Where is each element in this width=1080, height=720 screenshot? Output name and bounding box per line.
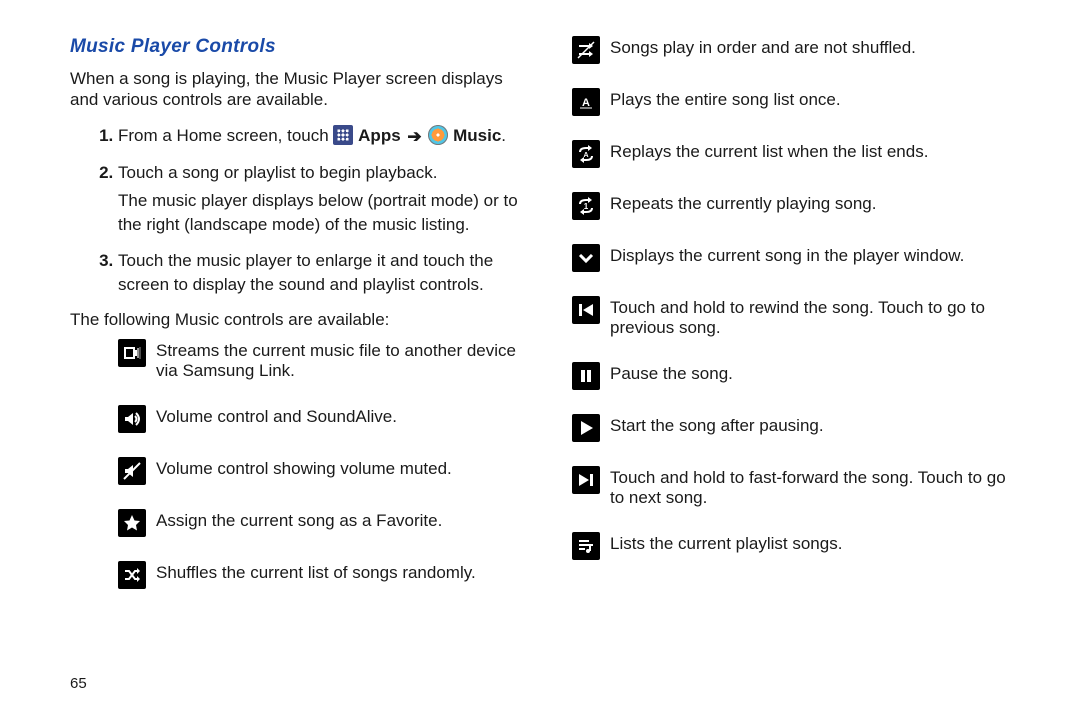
controls-left-list: Streams the current music file to anothe… [70,339,518,589]
control-desc: Volume control showing volume muted. [156,457,452,479]
control-pause: Pause the song. [572,362,1020,390]
control-desc: Songs play in order and are not shuffled… [610,36,916,58]
controls-intro: The following Music controls are availab… [70,309,518,331]
control-desc: Pause the song. [610,362,733,384]
control-previous: Touch and hold to rewind the song. Touch… [572,296,1020,338]
step2-main: Touch a song or playlist to begin playba… [118,163,437,182]
play-icon [572,414,600,442]
apps-icon [333,125,353,145]
step-2: Touch a song or playlist to begin playba… [118,161,518,237]
control-desc: Shuffles the current list of songs rando… [156,561,476,583]
control-desc: Lists the current playlist songs. [610,532,842,554]
control-muted: Volume control showing volume muted. [118,457,518,485]
shuffle-icon [118,561,146,589]
stream-icon [118,339,146,367]
control-desc: Touch and hold to rewind the song. Touch… [610,296,1020,338]
apps-label: Apps [358,126,401,145]
volume-muted-icon [118,457,146,485]
control-desc: Assign the current song as a Favorite. [156,509,442,531]
no-shuffle-icon [572,36,600,64]
replay-icon [572,140,600,168]
controls-right-list: Songs play in order and are not shuffled… [572,36,1020,560]
control-stream: Streams the current music file to anothe… [118,339,518,381]
music-icon [428,125,448,145]
repeat-one-icon [572,192,600,220]
control-desc: Displays the current song in the player … [610,244,964,266]
control-desc: Plays the entire song list once. [610,88,841,110]
control-repeat-one: Repeats the currently playing song. [572,192,1020,220]
control-desc: Start the song after pausing. [610,414,824,436]
skip-next-icon [572,466,600,494]
section-heading: Music Player Controls [70,36,518,58]
step-3: Touch the music player to enlarge it and… [118,249,518,297]
control-next: Touch and hold to fast-forward the song.… [572,466,1020,508]
star-icon [118,509,146,537]
control-replay-list: Replays the current list when the list e… [572,140,1020,168]
skip-previous-icon [572,296,600,324]
control-desc: Repeats the currently playing song. [610,192,877,214]
control-favorite: Assign the current song as a Favorite. [118,509,518,537]
control-queue-list: Lists the current playlist songs. [572,532,1020,560]
control-desc: Volume control and SoundAlive. [156,405,397,427]
control-volume: Volume control and SoundAlive. [118,405,518,433]
step3-main: Touch the music player to enlarge it and… [118,251,493,294]
volume-icon [118,405,146,433]
queue-list-icon [572,532,600,560]
control-desc: Streams the current music file to anothe… [156,339,518,381]
step1-before: From a Home screen, touch [118,126,333,145]
play-once-icon [572,88,600,116]
control-collapse-player: Displays the current song in the player … [572,244,1020,272]
step-1: From a Home screen, touch Apps ➔ Music. [118,124,518,149]
music-label: Music [453,126,501,145]
steps-list: From a Home screen, touch Apps ➔ Music. … [70,124,518,297]
page-number: 65 [70,675,87,692]
chevron-down-icon [572,244,600,272]
pause-icon [572,362,600,390]
control-play-once: Plays the entire song list once. [572,88,1020,116]
control-desc: Touch and hold to fast-forward the song.… [610,466,1020,508]
step2-sub: The music player displays below (portrai… [118,189,518,237]
step1-period: . [501,126,506,145]
arrow-icon: ➔ [407,125,421,149]
control-no-shuffle: Songs play in order and are not shuffled… [572,36,1020,64]
intro-paragraph: When a song is playing, the Music Player… [70,68,518,110]
control-shuffle: Shuffles the current list of songs rando… [118,561,518,589]
control-play: Start the song after pausing. [572,414,1020,442]
control-desc: Replays the current list when the list e… [610,140,928,162]
